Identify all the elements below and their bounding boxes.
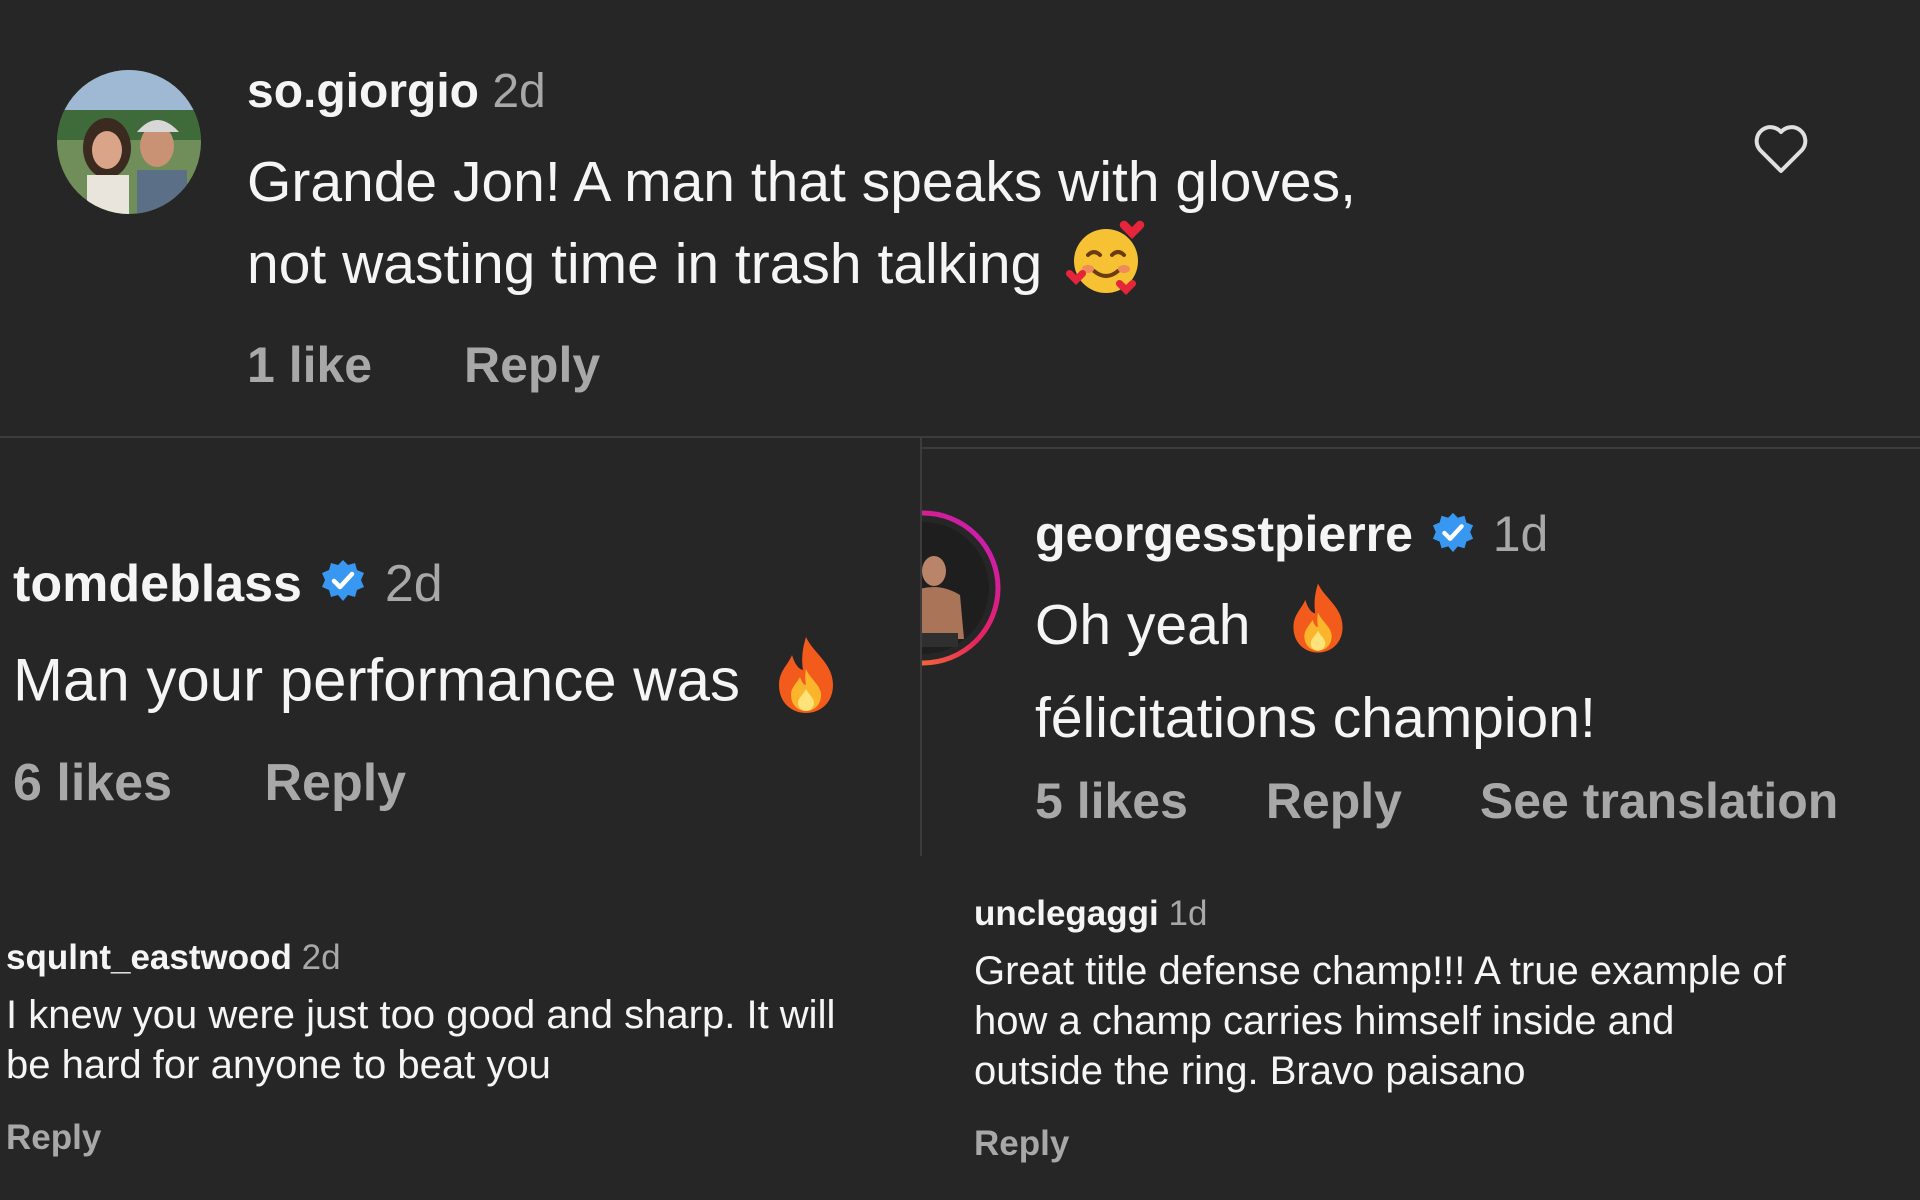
comment-header: unclegaggi 1d: [974, 892, 1207, 936]
comment-text: Great title defense champ!!! A true exam…: [974, 946, 1786, 1096]
likes-count[interactable]: 6 likes: [13, 754, 172, 812]
reply-button[interactable]: Reply: [464, 337, 600, 393]
timestamp: 2d: [384, 555, 443, 613]
comment-actions: 6 likes Reply: [13, 751, 406, 815]
username[interactable]: so.giorgio: [247, 65, 479, 118]
likes-count[interactable]: 5 likes: [1035, 773, 1188, 829]
comment-line: be hard for anyone to beat you: [6, 1043, 551, 1087]
comment-unclegaggi: unclegaggi 1d Great title defense champ!…: [960, 858, 1920, 1200]
comment-text: I knew you were just too good and sharp.…: [6, 990, 835, 1090]
comment-line: Great title defense champ!!! A true exam…: [974, 949, 1786, 993]
username[interactable]: tomdeblass: [13, 555, 302, 613]
verified-badge-icon: [320, 555, 366, 619]
username[interactable]: unclegaggi: [974, 894, 1159, 933]
comment-line-with-emoji: not wasting time in trash talking: [247, 219, 1356, 317]
fire-icon: [773, 635, 839, 734]
verified-badge-icon: [1431, 507, 1475, 569]
smiling-face-with-hearts-icon: [1066, 219, 1146, 317]
comment-line: félicitations champion!: [1035, 686, 1596, 750]
reply-button[interactable]: Reply: [264, 754, 406, 812]
comment-actions: Reply: [6, 1116, 101, 1160]
comment-text: Oh yeah félicitations champion!: [1035, 581, 1596, 759]
comment-georgesstpierre: georgesstpierre 1d Oh yeah félicitations…: [922, 438, 1920, 856]
likes-count[interactable]: 1 like: [247, 337, 372, 393]
comment-so-giorgio: so.giorgio 2d Grande Jon! A man that spe…: [0, 0, 1920, 437]
timestamp: 2d: [301, 938, 341, 977]
comment-line: Man your performance was: [13, 646, 740, 714]
comment-line: not wasting time in trash talking: [247, 232, 1043, 297]
comment-line: Grande Jon! A man that speaks with glove…: [247, 150, 1356, 214]
comment-squlnt-eastwood: squlnt_eastwood 2d I knew you were just …: [0, 858, 960, 1200]
comment-text: Man your performance was: [13, 635, 839, 734]
comment-line: Oh yeah: [1035, 593, 1251, 658]
comment-header: georgesstpierre 1d: [1035, 503, 1548, 569]
timestamp: 1d: [1168, 894, 1208, 933]
comment-tomdeblass: tomdeblass 2d Man your performance was 6…: [0, 438, 920, 856]
comment-line-with-emoji: Oh yeah: [1035, 581, 1596, 677]
comment-text: Grande Jon! A man that speaks with glove…: [247, 145, 1356, 317]
comment-actions: 1 like Reply: [247, 335, 600, 395]
fire-icon: [1288, 581, 1348, 677]
comment-header: tomdeblass 2d: [13, 552, 443, 619]
comment-actions: Reply: [974, 1122, 1069, 1166]
comment-header: so.giorgio 2d: [247, 62, 546, 122]
reply-button[interactable]: Reply: [974, 1124, 1069, 1163]
comment-actions: 5 likes Reply See translation: [1035, 770, 1838, 832]
divider: [922, 447, 1920, 449]
comment-line: outside the ring. Bravo paisano: [974, 1049, 1526, 1093]
username[interactable]: georgesstpierre: [1035, 506, 1413, 562]
see-translation-button[interactable]: See translation: [1480, 773, 1838, 829]
timestamp: 2d: [492, 65, 546, 118]
heart-icon[interactable]: [1752, 123, 1810, 175]
comment-header: squlnt_eastwood 2d: [6, 936, 341, 980]
comment-line: I knew you were just too good and sharp.…: [6, 993, 836, 1037]
timestamp: 1d: [1492, 506, 1549, 562]
avatar[interactable]: [57, 70, 201, 214]
username[interactable]: squlnt_eastwood: [6, 938, 292, 977]
reply-button[interactable]: Reply: [6, 1118, 101, 1157]
reply-button[interactable]: Reply: [1266, 773, 1402, 829]
comment-line: how a champ carries himself inside and: [974, 999, 1675, 1043]
avatar[interactable]: [922, 509, 1002, 667]
